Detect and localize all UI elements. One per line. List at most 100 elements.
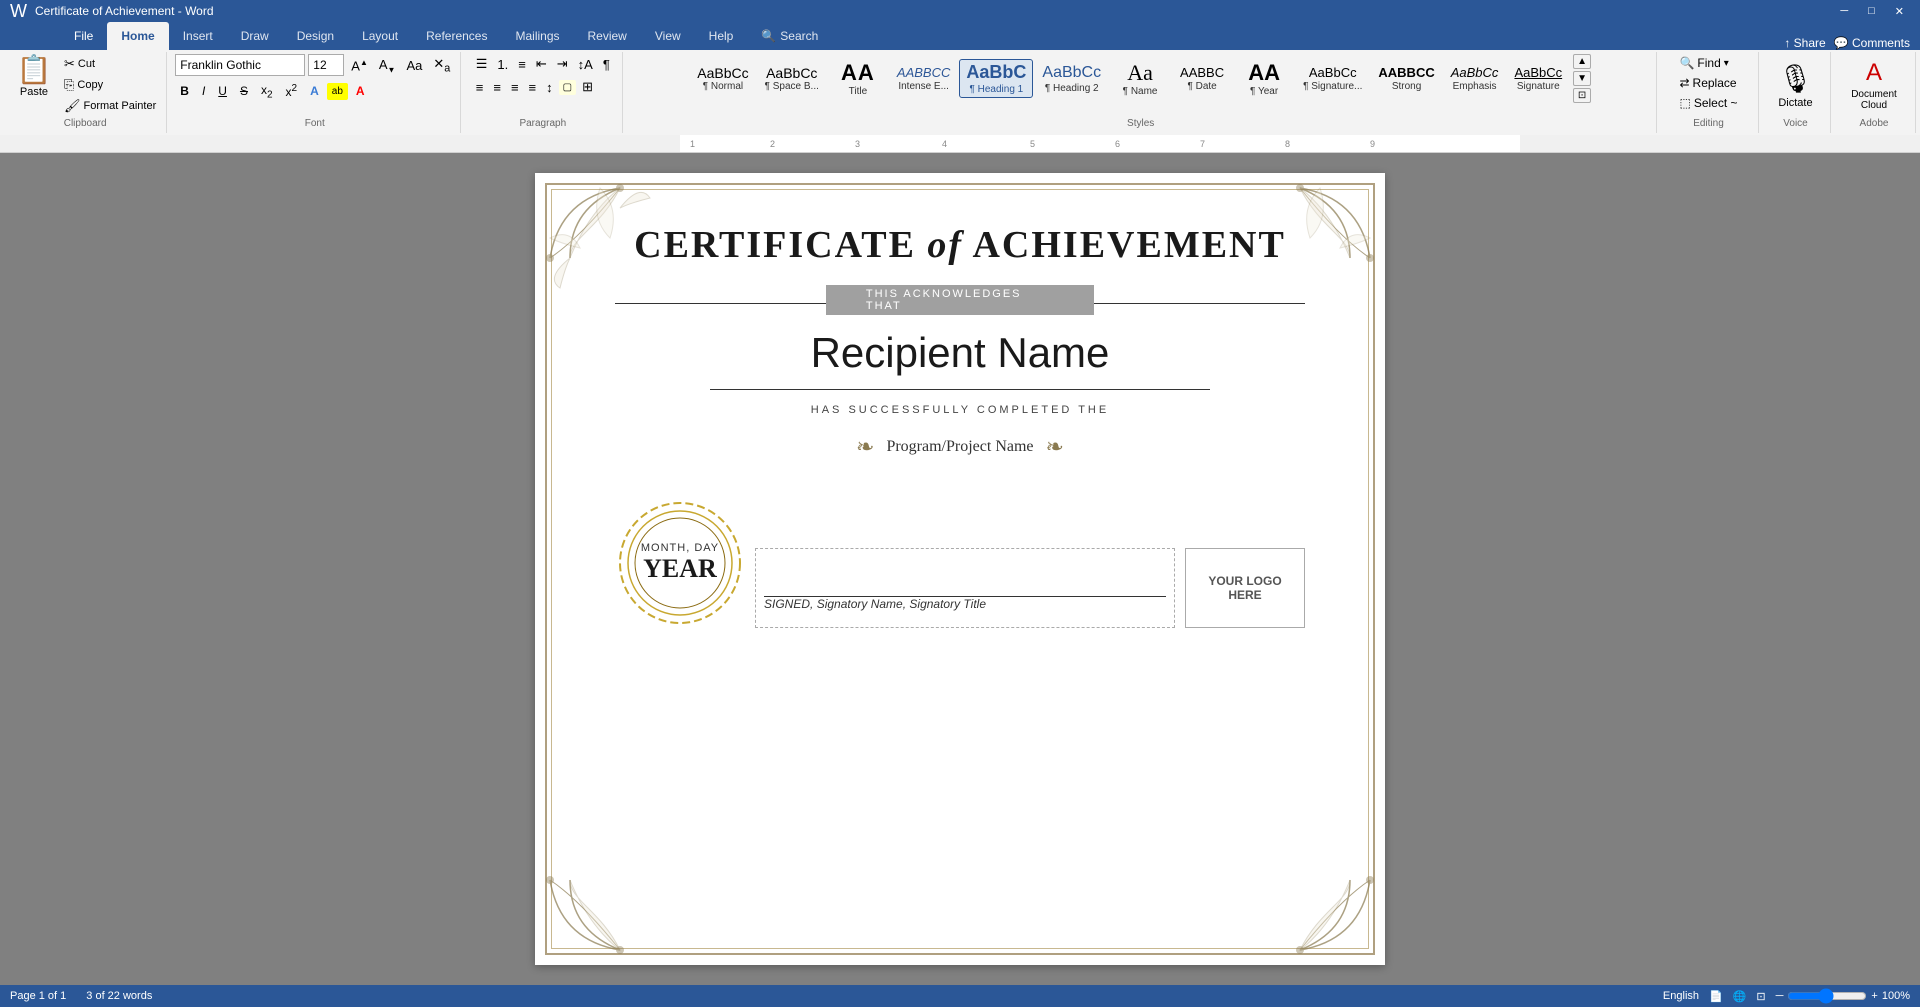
tab-review[interactable]: Review	[574, 22, 641, 50]
decrease-indent-button[interactable]: ⇤	[532, 54, 551, 74]
cut-button[interactable]: ✂ Cut	[60, 54, 160, 74]
recipient-line	[710, 389, 1210, 390]
tab-design[interactable]: Design	[283, 22, 348, 50]
italic-button[interactable]: I	[197, 81, 210, 101]
zoom-level[interactable]: 100%	[1882, 990, 1910, 1002]
strikethrough-button[interactable]: S	[235, 81, 253, 101]
shading-button[interactable]: ▢	[559, 80, 576, 95]
zoom-out-button[interactable]: ─	[1776, 990, 1784, 1002]
tab-file[interactable]: File	[60, 22, 107, 50]
zoom-slider[interactable]	[1787, 988, 1867, 1004]
zoom-in-button[interactable]: +	[1871, 990, 1877, 1002]
share-btn[interactable]: ↑ Share	[1784, 36, 1825, 50]
print-layout-icon[interactable]: 📄	[1709, 990, 1723, 1003]
underline-button[interactable]: U	[213, 81, 232, 101]
language-indicator[interactable]: English	[1663, 990, 1699, 1002]
highlight-button[interactable]: ab	[327, 83, 348, 100]
style-date[interactable]: AABBC ¶ Date	[1172, 62, 1232, 95]
select-button[interactable]: ⬚ Select ~	[1673, 94, 1743, 112]
sort-button[interactable]: ↕A	[574, 55, 597, 74]
style-normal[interactable]: AaBbCc ¶ Normal	[690, 62, 755, 96]
ribbon-tabs: File Home Insert Draw Design Layout Refe…	[0, 22, 1920, 50]
signature-line	[764, 557, 1166, 597]
font-size-input[interactable]	[308, 54, 344, 76]
style-year[interactable]: AA ¶ Year	[1234, 57, 1294, 100]
superscript-button[interactable]: x2	[281, 80, 303, 102]
style-emphasis[interactable]: AaBbCc Emphasis	[1444, 62, 1506, 95]
bold-button[interactable]: B	[175, 81, 194, 101]
show-formatting-button[interactable]: ¶	[599, 55, 614, 74]
right-flourish: ❧	[1046, 434, 1064, 460]
line-spacing-button[interactable]: ↕	[542, 78, 557, 97]
style-strong[interactable]: AABBCC Strong	[1371, 62, 1441, 95]
style-space-before[interactable]: AaBbCc ¶ Space B...	[758, 62, 826, 96]
adobe-icon: A	[1866, 59, 1882, 87]
styles-expand[interactable]: ⊡	[1573, 88, 1591, 103]
focus-mode-icon[interactable]: ⊡	[1756, 990, 1765, 1003]
acknowledges-text[interactable]: THIS ACKNOWLEDGES THAT	[826, 285, 1094, 315]
style-intense-emphasis[interactable]: AABBCC Intense E...	[890, 62, 957, 95]
grow-font-button[interactable]: A▲	[347, 56, 372, 75]
page-info[interactable]: Page 1 of 1	[10, 990, 66, 1002]
subscript-button[interactable]: x2	[256, 80, 278, 103]
tab-insert[interactable]: Insert	[169, 22, 227, 50]
font-name-input[interactable]	[175, 54, 305, 76]
tab-home[interactable]: Home	[107, 22, 168, 50]
align-center-button[interactable]: ≡	[489, 78, 505, 97]
title-bar-text: Certificate of Achievement - Word	[35, 4, 214, 18]
tab-layout[interactable]: Layout	[348, 22, 412, 50]
justify-button[interactable]: ≡	[525, 78, 541, 97]
editing-group: 🔍 Find ▾ ⇄ Replace ⬚ Select ~ Editing	[1659, 52, 1759, 133]
status-bar: Page 1 of 1 3 of 22 words English 📄 🌐 ⊡ …	[0, 985, 1920, 1007]
cut-icon: ✂	[64, 56, 75, 72]
font-color-button[interactable]: A	[351, 81, 370, 101]
title-bar: W Certificate of Achievement - Word ─ □ …	[0, 0, 1920, 22]
logo-area[interactable]: YOUR LOGO HERE	[1185, 548, 1305, 628]
clear-format-button[interactable]: ✕a	[429, 54, 454, 77]
style-heading2[interactable]: AaBbCc ¶ Heading 2	[1035, 60, 1108, 96]
comments-btn[interactable]: 💬 Comments	[1834, 36, 1910, 50]
close-btn[interactable]: ✕	[1889, 5, 1910, 18]
maximize-btn[interactable]: □	[1862, 5, 1881, 18]
style-signature-line[interactable]: AaBbCc ¶ Signature...	[1296, 62, 1369, 95]
change-case-button[interactable]: Aa	[402, 56, 426, 75]
certificate-title[interactable]: CERTIFICATE of ACHIEVEMENT	[634, 223, 1286, 267]
style-name[interactable]: Aa ¶ Name	[1110, 57, 1170, 100]
style-signature[interactable]: AaBbCc Signature	[1507, 62, 1569, 95]
replace-button[interactable]: ⇄ Replace	[1673, 74, 1742, 92]
copy-button[interactable]: ⎘ Copy	[60, 75, 160, 95]
tab-view[interactable]: View	[641, 22, 695, 50]
signed-label: SIGNED, Signatory Name, Signatory Title	[764, 597, 1166, 611]
format-painter-button[interactable]: 🖌 Format Painter	[60, 96, 160, 116]
signature-area[interactable]: SIGNED, Signatory Name, Signatory Title	[755, 548, 1175, 628]
shrink-font-button[interactable]: A▼	[375, 55, 400, 77]
completed-text[interactable]: HAS SUCCESSFULLY COMPLETED THE	[811, 404, 1109, 416]
program-name[interactable]: Program/Project Name	[886, 438, 1033, 456]
styles-scroll-down[interactable]: ▼	[1573, 71, 1591, 86]
borders-button[interactable]: ⊞	[578, 77, 597, 97]
style-title[interactable]: AA Title	[828, 57, 888, 100]
align-left-button[interactable]: ≡	[472, 78, 488, 97]
style-heading1[interactable]: AaBbC ¶ Heading 1	[959, 59, 1033, 98]
recipient-name[interactable]: Recipient Name	[811, 329, 1110, 377]
word-count[interactable]: 3 of 22 words	[86, 990, 152, 1002]
tab-mailings[interactable]: Mailings	[501, 22, 573, 50]
bullets-button[interactable]: ☰	[472, 54, 492, 74]
document-area[interactable]: CERTIFICATE of ACHIEVEMENT THIS ACKNOWLE…	[0, 153, 1920, 985]
numbering-button[interactable]: 1.	[493, 55, 512, 74]
web-layout-icon[interactable]: 🌐	[1733, 990, 1747, 1003]
tab-references[interactable]: References	[412, 22, 501, 50]
multilevel-button[interactable]: ≡	[514, 55, 530, 74]
tab-help[interactable]: Help	[695, 22, 748, 50]
certificate-page: CERTIFICATE of ACHIEVEMENT THIS ACKNOWLE…	[535, 173, 1385, 965]
paste-button[interactable]: 📋 Paste	[10, 54, 58, 100]
tab-draw[interactable]: Draw	[227, 22, 283, 50]
find-button[interactable]: 🔍 Find ▾	[1673, 54, 1734, 72]
minimize-btn[interactable]: ─	[1834, 5, 1854, 18]
ribbon: 📋 Paste ✂ Cut ⎘ Copy 🖌 Format Painter Cl…	[0, 50, 1920, 135]
increase-indent-button[interactable]: ⇥	[553, 54, 572, 74]
search-box[interactable]: 🔍 Search	[747, 22, 832, 50]
text-effects-button[interactable]: A	[305, 81, 324, 101]
styles-scroll-up[interactable]: ▲	[1573, 54, 1591, 69]
align-right-button[interactable]: ≡	[507, 78, 523, 97]
